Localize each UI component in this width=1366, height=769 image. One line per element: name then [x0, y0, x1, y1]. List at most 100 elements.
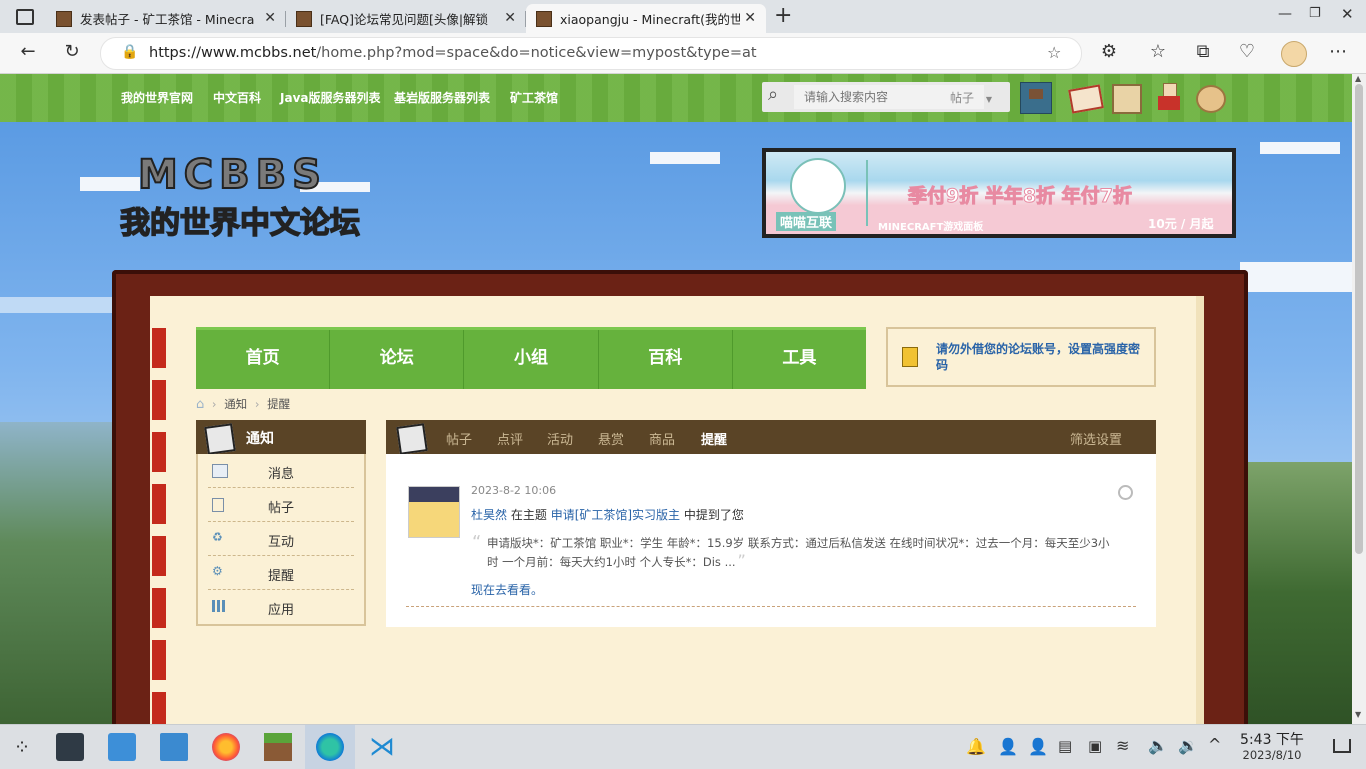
notification-box-icon[interactable]: [1112, 84, 1142, 114]
left-menu-label: 提醒: [267, 569, 294, 584]
browser-essentials-icon[interactable]: ♡: [1235, 41, 1259, 62]
scroll-down-arrow-icon[interactable]: ▼: [1355, 710, 1361, 719]
profile-person-icon[interactable]: [1158, 83, 1180, 111]
close-tab-icon[interactable]: ✕: [504, 10, 516, 26]
tab-goods[interactable]: 商品: [649, 429, 675, 448]
collections-icon[interactable]: ⧉: [1191, 41, 1215, 62]
profile-avatar[interactable]: [1281, 41, 1307, 67]
logo-bottom-text: 我的世界中文论坛: [119, 205, 361, 242]
close-tab-icon[interactable]: ✕: [744, 10, 756, 26]
ignore-icon[interactable]: [1118, 485, 1133, 500]
browser-tab-3[interactable]: xiaopangju - Minecraft(我的世 ✕: [526, 4, 766, 33]
favorites-icon[interactable]: ☆: [1146, 41, 1170, 62]
mention-user-link[interactable]: 杜昊然: [471, 508, 507, 522]
topnav-wiki[interactable]: 中文百科: [213, 89, 261, 106]
left-menu-item-interactions[interactable]: ♻ 互动: [208, 522, 354, 556]
left-menu-label: 帖子: [267, 501, 294, 516]
firefox-icon[interactable]: [212, 733, 240, 761]
lock-icon[interactable]: 🔒: [121, 44, 138, 60]
os-taskbar: ⁘ ⋊ 🔔 👤 👤 ▤ ▣ ≋ 🔈 🔉 ^ 5:43 下午 2023/8/10: [0, 724, 1366, 769]
settings-cookie-icon[interactable]: [1196, 85, 1226, 113]
notification-time: 2023-8-2 10:06: [471, 484, 557, 497]
search-icon[interactable]: ⌕: [768, 84, 778, 105]
topnav-minecraft-official[interactable]: 我的世界官网: [121, 89, 193, 106]
ad-price: 10元 / 月起: [1148, 217, 1214, 231]
tab-comments[interactable]: 点评: [497, 429, 523, 448]
mainnav-wiki[interactable]: 百科: [599, 330, 733, 389]
file-manager-icon[interactable]: [160, 733, 188, 761]
left-menu-label: 互动: [267, 535, 294, 550]
tab-rewards[interactable]: 悬赏: [598, 429, 624, 448]
quote-close-icon: ”: [737, 551, 746, 570]
user-tray-icon[interactable]: 👤: [998, 737, 1018, 756]
scrollbar-thumb[interactable]: [1355, 84, 1363, 554]
reload-icon[interactable]: ↻: [60, 41, 84, 62]
message-envelope-icon[interactable]: [1068, 84, 1104, 114]
mainnav-tools[interactable]: 工具: [733, 330, 866, 389]
address-bar[interactable]: 🔒 https://www.mcbbs.net/home.php?mod=spa…: [100, 37, 1082, 70]
software-store-icon[interactable]: [108, 733, 136, 761]
ad-banner[interactable]: 喵喵互联 季付9折 半年8折 年付7折 MINECRAFT游戏面板 10元 / …: [762, 148, 1236, 238]
vscode-icon[interactable]: ⋊: [368, 733, 396, 761]
scroll-up-arrow-icon[interactable]: ▲: [1355, 74, 1361, 83]
clock[interactable]: 5:43 下午 2023/8/10: [1236, 732, 1308, 762]
new-tab-button[interactable]: +: [774, 3, 792, 28]
notification-item: 2023-8-2 10:06 杜昊然 在主题 申请[矿工茶馆]实习版主 中提到了…: [406, 484, 1136, 607]
system-settings-icon[interactable]: [56, 733, 84, 761]
quote-line-1: 申请版块*：矿工茶馆 职业*：学生 年龄*：15.9岁 联系方式：通过后私信发送…: [487, 536, 1110, 550]
home-icon[interactable]: ⌂: [196, 397, 204, 412]
page-scrollbar[interactable]: ▲ ▼: [1352, 74, 1366, 724]
announcement-text[interactable]: 请勿外借您的论坛账号，设置高强度密码: [936, 341, 1146, 373]
left-menu-item-reminders[interactable]: ⚙ 提醒: [208, 556, 354, 590]
browser-tab-2[interactable]: [FAQ]论坛常见问题[头像|解锁 ✕: [286, 4, 526, 33]
tab-activities[interactable]: 活动: [547, 429, 573, 448]
tab-actions-icon[interactable]: [16, 9, 34, 25]
edge-browser-icon[interactable]: [316, 733, 344, 761]
more-menu-icon[interactable]: ⋯: [1326, 41, 1350, 62]
tab-mentions[interactable]: 提醒: [701, 429, 727, 448]
audio-output-icon[interactable]: 🔉: [1178, 736, 1198, 755]
ad-brand: 喵喵互联: [776, 212, 837, 231]
minecraft-launcher-icon[interactable]: [264, 733, 292, 761]
notice-badge-icon: [204, 423, 236, 455]
breadcrumb-reminder[interactable]: 提醒: [267, 397, 290, 411]
site-search: ⌕ 帖子 ▼: [762, 82, 1010, 112]
search-scope-select[interactable]: 帖子 ▼: [950, 89, 992, 106]
user-switch-tray-icon[interactable]: 👤: [1028, 737, 1048, 756]
topnav-bedrock-servers[interactable]: 基岩版服务器列表: [394, 89, 490, 106]
chevron-up-icon[interactable]: ^: [1208, 735, 1221, 754]
favorite-star-icon[interactable]: ☆: [1047, 43, 1061, 62]
device-tray-icon[interactable]: ▣: [1088, 737, 1102, 755]
close-tab-icon[interactable]: ✕: [264, 10, 276, 26]
topnav-tea-house[interactable]: 矿工茶馆: [510, 89, 558, 106]
tab-posts[interactable]: 帖子: [446, 429, 472, 448]
restore-button[interactable]: ❐: [1309, 6, 1321, 21]
user-avatar[interactable]: [408, 486, 460, 538]
clipboard-tray-icon[interactable]: ▤: [1058, 737, 1072, 755]
topnav-java-servers[interactable]: Java版服务器列表: [280, 89, 380, 106]
browser-tab-1[interactable]: 发表帖子 - 矿工茶馆 - Minecra ✕: [46, 4, 286, 33]
left-menu-item-posts[interactable]: 帖子: [208, 488, 354, 522]
left-menu-item-messages[interactable]: 消息: [208, 454, 354, 488]
view-now-link[interactable]: 现在去看看。: [471, 581, 543, 598]
mainnav-home[interactable]: 首页: [196, 330, 331, 389]
thread-link[interactable]: 申请[矿工茶馆]实习版主: [551, 508, 680, 522]
notifications-tray-icon[interactable]: 🔔: [966, 737, 986, 756]
filter-settings-link[interactable]: 筛选设置: [1070, 429, 1122, 448]
wifi-icon[interactable]: ≋: [1116, 736, 1129, 755]
launcher-icon[interactable]: ⁘: [8, 733, 36, 761]
show-desktop-icon[interactable]: [1333, 739, 1351, 753]
extensions-icon[interactable]: ⚙: [1097, 41, 1121, 62]
back-arrow-icon[interactable]: ←: [16, 41, 40, 62]
minecraft-favicon-icon: [56, 10, 72, 27]
close-window-button[interactable]: ✕: [1341, 5, 1354, 23]
minimize-button[interactable]: —: [1278, 6, 1292, 22]
mainnav-groups[interactable]: 小组: [464, 330, 599, 389]
user-avatar[interactable]: [1020, 82, 1052, 114]
logo-top-text: MCBBS: [137, 151, 327, 199]
volume-icon[interactable]: 🔈: [1148, 736, 1168, 755]
mcbbs-logo[interactable]: MCBBS 我的世界中文论坛: [118, 151, 382, 242]
breadcrumb-notice[interactable]: 通知: [224, 397, 247, 411]
left-menu-item-apps[interactable]: 应用: [208, 590, 354, 623]
mainnav-forum[interactable]: 论坛: [330, 330, 465, 389]
